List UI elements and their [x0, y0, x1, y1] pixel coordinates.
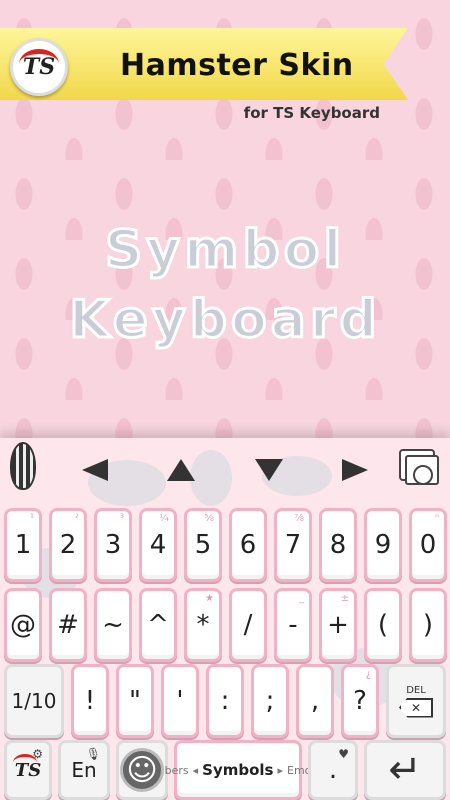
skin-subtitle: for TS Keyboard: [243, 104, 380, 122]
key-tilde[interactable]: ~: [94, 588, 132, 662]
key-page-toggle[interactable]: 1/10: [4, 664, 64, 738]
key-caret[interactable]: ^: [139, 588, 177, 662]
symbols-switcher: bers ◂ Symbols ▸ Emo: [164, 761, 312, 779]
enter-icon: ↵: [388, 747, 422, 793]
key-paren-close[interactable]: ): [409, 588, 447, 662]
key-question[interactable]: ¿?: [341, 664, 379, 738]
key-1[interactable]: ¹1: [4, 508, 42, 582]
smiley-icon: ☺: [120, 748, 164, 792]
key-2[interactable]: ²2: [49, 508, 87, 582]
key-6[interactable]: 6: [229, 508, 267, 582]
key-paren-open[interactable]: (: [364, 588, 402, 662]
arrow-right-icon[interactable]: [340, 450, 370, 490]
key-semicolon[interactable]: ;: [251, 664, 289, 738]
keyboard-toolbar: [0, 438, 450, 500]
logo-arc: [19, 49, 59, 79]
key-hash[interactable]: #: [49, 588, 87, 662]
arrow-down-icon[interactable]: [254, 450, 284, 490]
key-at[interactable]: @: [4, 588, 42, 662]
ts-logo-small: TS: [12, 753, 42, 781]
key-8[interactable]: 8: [319, 508, 357, 582]
language-key[interactable]: 🎙 En: [58, 740, 110, 800]
key-0[interactable]: ⁿ0: [409, 508, 447, 582]
key-minus[interactable]: _ -: [274, 588, 312, 662]
key-5[interactable]: ⅝5: [184, 508, 222, 582]
seed-icon[interactable]: [10, 442, 36, 490]
enter-key[interactable]: ↵: [364, 740, 446, 800]
delete-icon: DEL ✕: [399, 685, 433, 718]
key-asterisk[interactable]: ★ *: [184, 588, 222, 662]
key-comma[interactable]: ,: [296, 664, 334, 738]
arrow-left-icon[interactable]: [80, 450, 110, 490]
hero-line-2: Keyboard: [68, 289, 381, 352]
heart-icon: ♥: [338, 747, 349, 761]
key-7[interactable]: ⅞7: [274, 508, 312, 582]
emoji-key[interactable]: ☺: [116, 740, 168, 800]
symbols-space-key[interactable]: bers ◂ Symbols ▸ Emo: [164, 740, 312, 800]
settings-ts-key[interactable]: ⚙ TS: [4, 740, 52, 800]
hero-line-1: Symbol: [103, 219, 346, 282]
key-9[interactable]: 9: [364, 508, 402, 582]
delete-key[interactable]: DEL ✕: [386, 664, 446, 738]
key-single-quote[interactable]: ': [161, 664, 199, 738]
keyboard: ¹1 ²2 ³3 ¼4 ⅝5 6 ⅞7 8 9 ⁿ0 @ # ~ ^ ★ * / …: [0, 438, 450, 800]
ts-logo: TS: [10, 38, 68, 96]
key-exclamation[interactable]: !: [71, 664, 109, 738]
period-key[interactable]: ♥ .: [308, 740, 358, 800]
key-plus[interactable]: ± +: [319, 588, 357, 662]
key-3[interactable]: ³3: [94, 508, 132, 582]
key-double-quote[interactable]: ": [116, 664, 154, 738]
key-4[interactable]: ¼4: [139, 508, 177, 582]
key-colon[interactable]: :: [206, 664, 244, 738]
key-slash[interactable]: /: [229, 588, 267, 662]
microphone-icon: 🎙: [85, 747, 101, 761]
skin-title: Hamster Skin: [120, 48, 354, 83]
gallery-icon[interactable]: [402, 450, 442, 490]
arrow-up-icon[interactable]: [166, 450, 196, 490]
